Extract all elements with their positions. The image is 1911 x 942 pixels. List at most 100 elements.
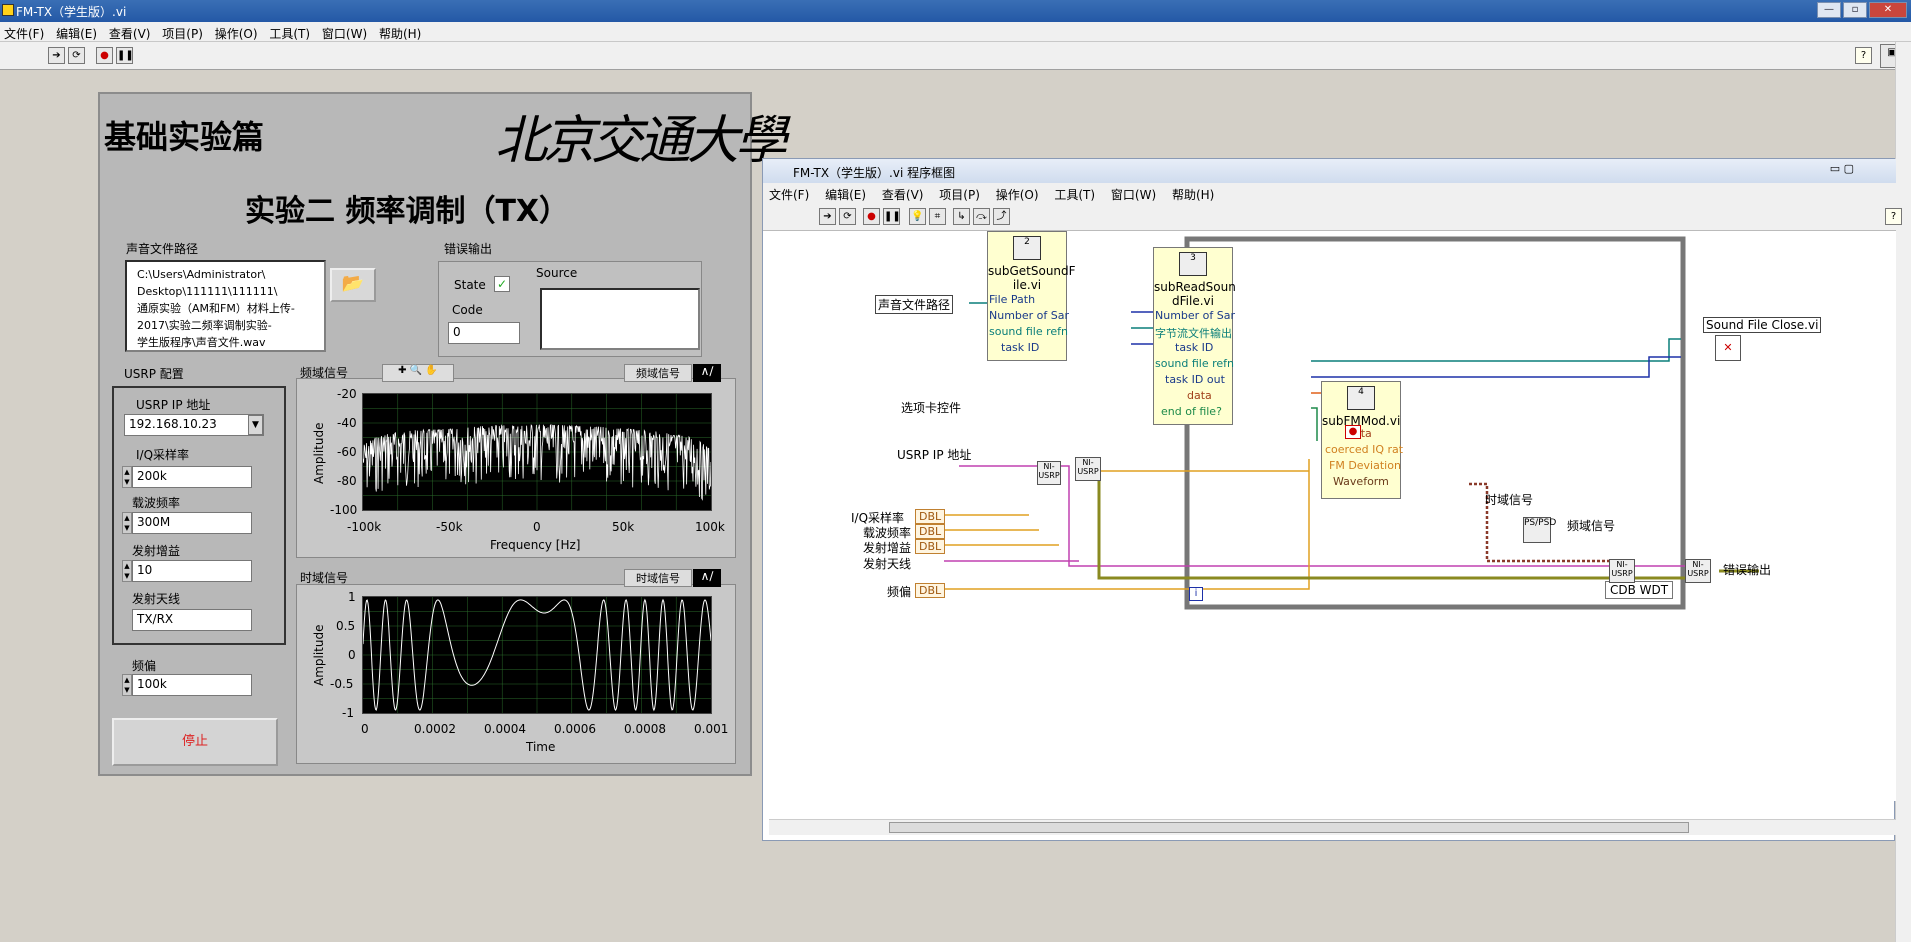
run-arrow-icon[interactable]: ➔ — [48, 47, 65, 64]
freq-xtick: -50k — [436, 520, 463, 534]
vi-icon: 3 — [1179, 252, 1207, 276]
deviation-stepper[interactable]: ▲ ▼ — [122, 674, 132, 696]
usrp-config-label: USRP 配置 — [124, 367, 184, 381]
usrp-ip-field[interactable]: 192.168.10.23 — [124, 414, 264, 436]
bd-menu-file[interactable]: 文件(F) — [769, 188, 809, 202]
usrp-ip-label: USRP IP 地址 — [136, 398, 211, 412]
run-continuous-icon[interactable]: ⟳ — [839, 208, 856, 225]
run-arrow-icon[interactable]: ➔ — [819, 208, 836, 225]
menu-help[interactable]: 帮助(H) — [379, 27, 421, 41]
cdb-wdt-selector[interactable]: CDB WDT — [1605, 581, 1674, 599]
time-xtick: 0.0002 — [414, 722, 456, 736]
toolbar: ➔ ⟳ ● ❚❚ ? ▣ — [0, 42, 1911, 70]
window-title: FM-TX（学生版）.vi — [16, 5, 127, 19]
minimize-button[interactable]: — — [1817, 2, 1841, 18]
carrier-stepper[interactable]: ▲ ▼ — [122, 512, 132, 534]
error-out-label: 错误输出 — [444, 242, 493, 256]
menu-view[interactable]: 查看(V) — [109, 27, 151, 41]
term-number: Number of Sar — [1155, 309, 1236, 322]
bd-menu-tools[interactable]: 工具(T) — [1054, 188, 1095, 202]
bd-horizontal-scrollbar[interactable] — [769, 819, 1896, 835]
file-path-field[interactable]: C:\Users\Administrator\ Desktop\111111\1… — [125, 260, 326, 352]
freq-plot-area — [362, 393, 712, 511]
iq-rate-stepper[interactable]: ▲ ▼ — [122, 466, 132, 488]
freq-ytick: -60 — [337, 445, 357, 459]
bd-menu: 文件(F) 编辑(E) 查看(V) 项目(P) 操作(O) 工具(T) 窗口(W… — [763, 183, 1896, 203]
bd-menu-edit[interactable]: 编辑(E) — [825, 188, 866, 202]
bd-toolbar: ➔ ⟳ ● ❚❚ 💡 ⌗ ↳ ⤼ ⤴ ? — [763, 203, 1902, 231]
university-logo: 北京交通大學 — [495, 111, 787, 171]
term-bytestream: 字节流文件输出 — [1155, 327, 1232, 340]
iq-rate-field[interactable]: 200k — [132, 466, 252, 488]
folder-browse-icon[interactable]: 📂 — [330, 268, 376, 302]
abort-icon[interactable]: ● — [863, 208, 880, 225]
help-icon[interactable]: ? — [1885, 208, 1902, 225]
pause-icon[interactable]: ❚❚ — [883, 208, 901, 225]
bd-window-buttons[interactable]: ▭ ▢ — [1830, 162, 1854, 175]
abort-icon[interactable]: ● — [96, 47, 113, 64]
deviation-field[interactable]: 100k — [132, 674, 252, 696]
bd-antenna-label: 发射天线 — [863, 557, 912, 571]
carrier-field[interactable]: 300M — [132, 512, 252, 534]
bd-menu-project[interactable]: 项目(P) — [939, 188, 980, 202]
subvi-name: subFMMod.vi — [1322, 414, 1401, 428]
term-number: Number of Sar — [989, 309, 1070, 322]
vertical-scrollbar[interactable] — [1895, 42, 1911, 942]
menu-tools[interactable]: 工具(T) — [269, 27, 310, 41]
time-ytick: 0 — [348, 648, 356, 662]
subvi-name: subGetSoundF ile.vi — [988, 264, 1076, 292]
highlight-icon[interactable]: 💡 — [909, 208, 926, 225]
bd-menu-window[interactable]: 窗口(W) — [1111, 188, 1156, 202]
time-xtick: 0.0006 — [554, 722, 596, 736]
gain-field[interactable]: 10 — [132, 560, 252, 582]
dropdown-arrow-icon[interactable]: ▼ — [248, 415, 263, 435]
step-out-icon[interactable]: ⤴ — [993, 208, 1010, 225]
graph-palette-icon[interactable]: ✚ 🔍 ✋ — [382, 364, 454, 382]
bd-menu-operate[interactable]: 操作(O) — [996, 188, 1039, 202]
time-legend-label: 时域信号 — [624, 569, 692, 587]
maximize-button[interactable]: ▫ — [1843, 2, 1867, 18]
term-refnum: sound file refn — [1155, 357, 1235, 370]
menu-project[interactable]: 项目(P) — [162, 27, 203, 41]
deviation-label: 频偏 — [132, 659, 157, 673]
step-into-icon[interactable]: ↳ — [953, 208, 970, 225]
freq-legend-label: 频域信号 — [624, 364, 692, 382]
title-bar: FM-TX（学生版）.vi — ▫ ✕ — [0, 0, 1911, 22]
step-over-icon[interactable]: ⤼ — [973, 208, 990, 225]
term-waveform: Waveform — [1333, 475, 1389, 488]
run-continuous-icon[interactable]: ⟳ — [68, 47, 85, 64]
antenna-field[interactable]: TX/RX — [132, 609, 252, 631]
time-ytick: 1 — [348, 590, 356, 604]
freq-ylabel: Amplitude — [312, 422, 326, 485]
gain-stepper[interactable]: ▲ ▼ — [122, 560, 132, 582]
menu-window[interactable]: 窗口(W) — [322, 27, 367, 41]
close-file-icon[interactable]: ✕ — [1715, 335, 1741, 361]
term-refnum: sound file refn — [989, 325, 1069, 338]
bd-gain-label: 发射增益 — [863, 541, 912, 555]
pause-icon[interactable]: ❚❚ — [116, 47, 134, 64]
file-path-label: 声音文件路径 — [126, 242, 199, 256]
help-icon[interactable]: ? — [1855, 47, 1872, 64]
time-ylabel: Amplitude — [312, 624, 326, 687]
time-xtick: 0.0008 — [624, 722, 666, 736]
time-plot-area — [362, 596, 712, 714]
menu-file[interactable]: 文件(F) — [4, 27, 44, 41]
menu-edit[interactable]: 编辑(E) — [56, 27, 97, 41]
freq-xtick: 50k — [612, 520, 635, 534]
code-field: 0 — [448, 322, 520, 344]
bd-menu-view[interactable]: 查看(V) — [882, 188, 924, 202]
vi-icon: 2 — [1013, 236, 1041, 260]
close-button[interactable]: ✕ — [1869, 2, 1907, 18]
probe-icon[interactable]: ⌗ — [929, 208, 946, 225]
dbl-terminal: DBL — [915, 539, 946, 554]
bd-menu-help[interactable]: 帮助(H) — [1172, 188, 1214, 202]
freq-ytick: -100 — [330, 503, 358, 517]
usrp-config-icon: NI-USRP — [1075, 457, 1101, 481]
bd-canvas: 2 subGetSoundF ile.vi 3 subReadSoun dFil… — [769, 231, 1896, 801]
menu-operate[interactable]: 操作(O) — [215, 27, 258, 41]
time-xtick: 0.001 — [694, 722, 729, 736]
header-title: 基础实验篇 — [104, 118, 265, 156]
term-deviation: FM Deviation — [1329, 459, 1401, 472]
stop-button[interactable]: 停止 — [112, 718, 278, 766]
carrier-label: 载波频率 — [132, 496, 181, 510]
